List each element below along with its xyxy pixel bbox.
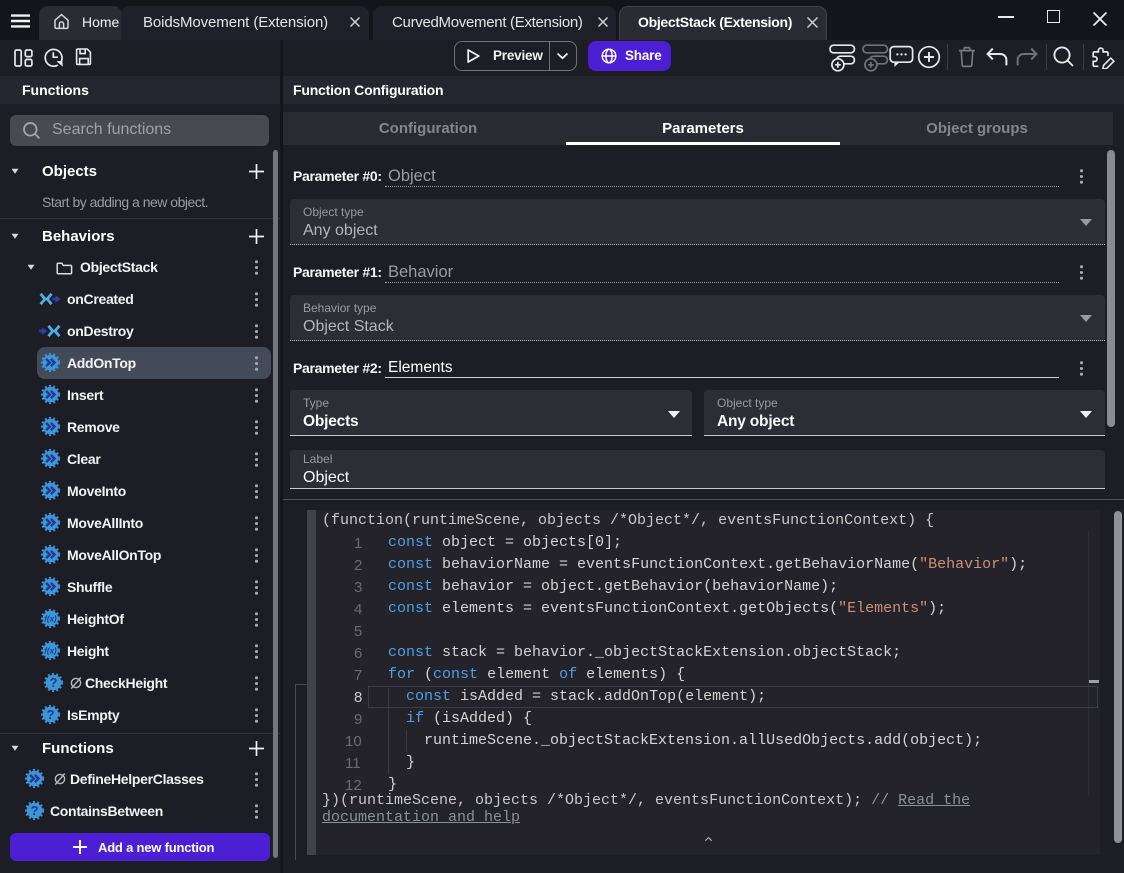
svg-text:f(x): f(x) <box>44 646 57 655</box>
svg-text:?: ? <box>31 803 39 818</box>
svg-text:?: ? <box>47 707 55 722</box>
svg-text:?: ? <box>50 675 58 690</box>
svg-text:f(x): f(x) <box>44 614 57 623</box>
